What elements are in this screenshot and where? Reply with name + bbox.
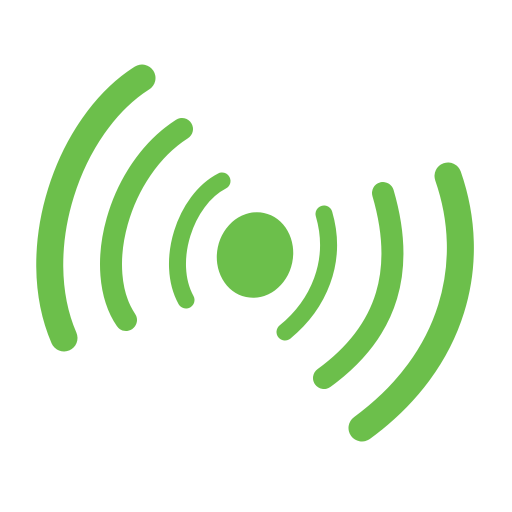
signal-wave-right-inner: [276, 205, 337, 341]
signal-wave-left-inner: [169, 172, 231, 309]
icon-canvas: [0, 0, 512, 512]
wireless-broadcast-icon: [36, 64, 474, 442]
signal-wave-left-middle: [100, 118, 193, 331]
signal-center-dot: [216, 212, 294, 298]
